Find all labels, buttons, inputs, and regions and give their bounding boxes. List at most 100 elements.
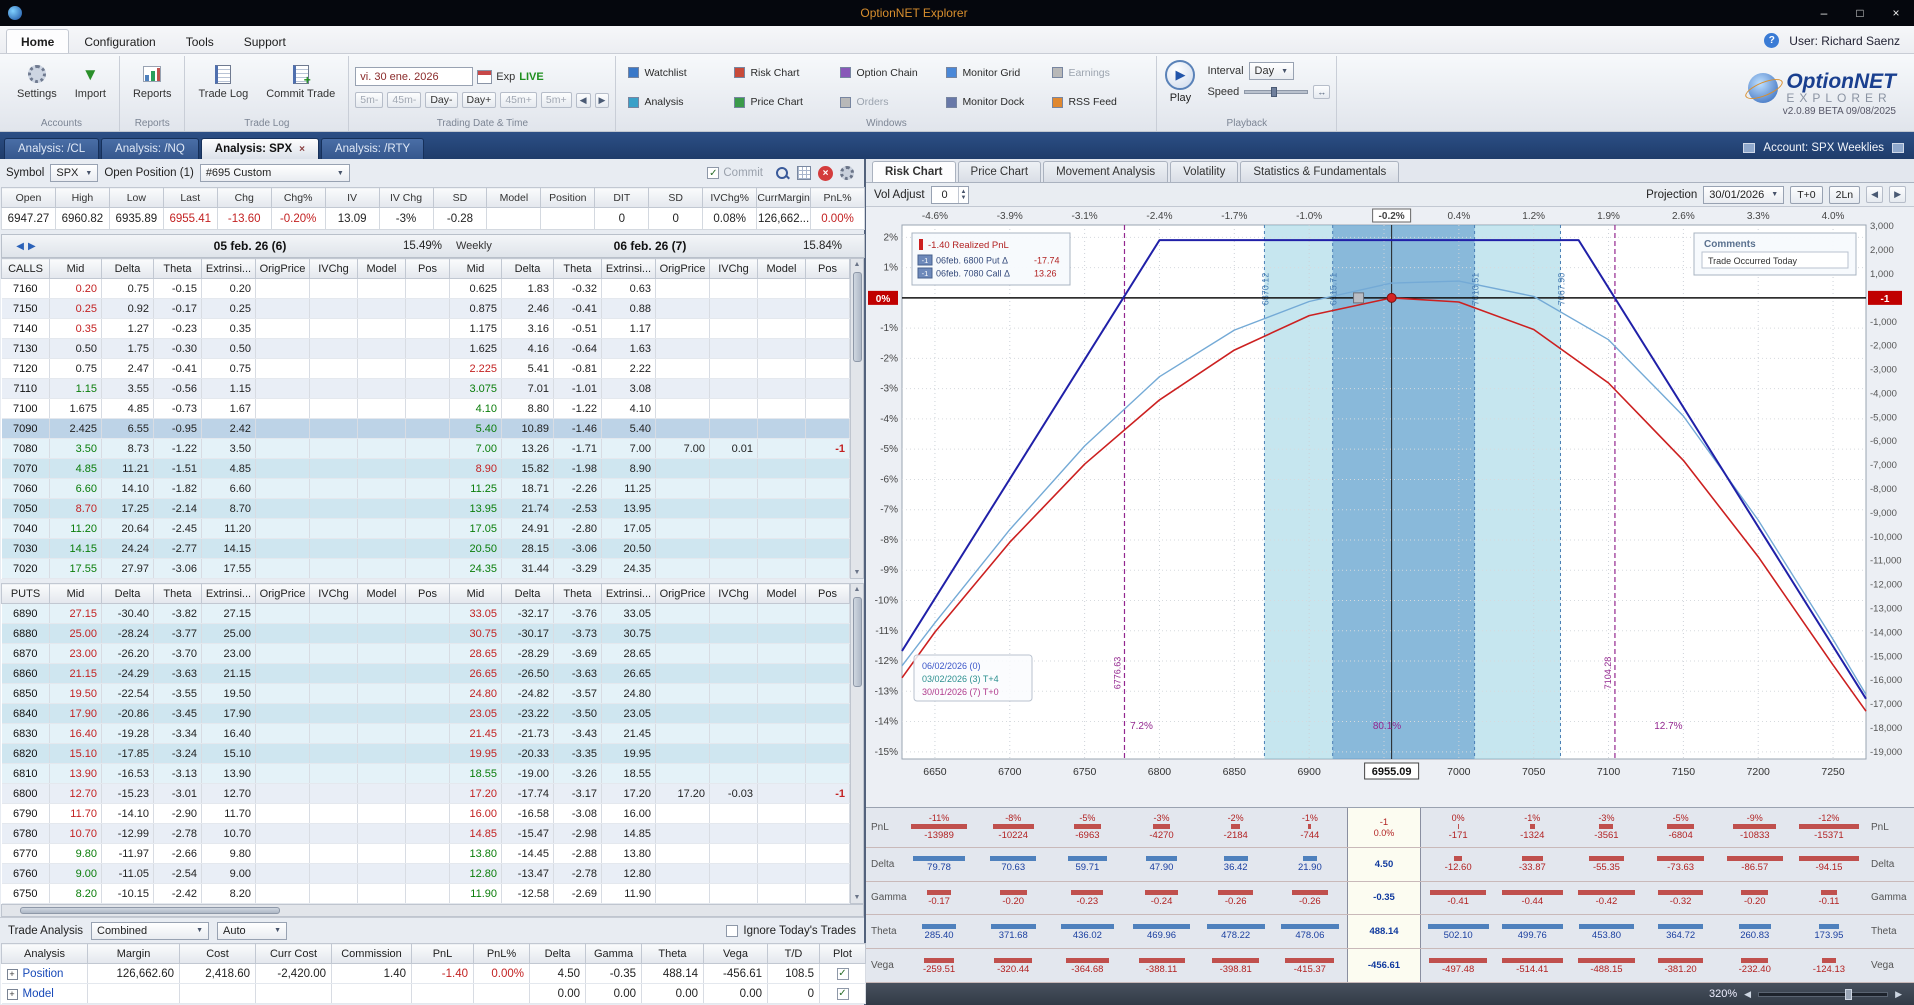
chain-column-header[interactable]: OrigPrice <box>255 583 310 604</box>
speed-slider-thumb[interactable] <box>1271 87 1278 97</box>
strike-cell[interactable]: 6750 <box>1 883 50 904</box>
delta-cell[interactable]: 7.01 <box>501 378 554 399</box>
ivchg-cell[interactable] <box>709 538 758 559</box>
chain-column-header[interactable]: IVChg <box>709 258 758 279</box>
model-cell[interactable] <box>757 703 806 724</box>
expand-icon[interactable]: + <box>6 988 18 1000</box>
extrinsic-cell[interactable]: 4.10 <box>601 398 656 419</box>
minimize-button[interactable]: – <box>1806 0 1842 26</box>
theta-cell[interactable]: -3.73 <box>553 623 602 644</box>
delta-cell[interactable]: 11.21 <box>101 458 154 479</box>
model-cell[interactable] <box>757 458 806 479</box>
mid-cell[interactable]: 17.55 <box>49 558 102 579</box>
pos-cell[interactable] <box>405 338 450 359</box>
delta-cell[interactable]: -19.28 <box>101 723 154 744</box>
model-cell[interactable] <box>357 863 406 884</box>
model-cell[interactable] <box>357 643 406 664</box>
delta-cell[interactable]: -17.85 <box>101 743 154 764</box>
theta-cell[interactable]: -3.63 <box>553 663 602 684</box>
ivchg-cell[interactable] <box>709 338 758 359</box>
origprice-cell[interactable] <box>255 723 310 744</box>
delta-cell[interactable]: 1.83 <box>501 278 554 299</box>
ivchg-cell[interactable] <box>709 398 758 419</box>
chain-column-header[interactable]: Model <box>757 583 806 604</box>
pos-cell[interactable] <box>405 703 450 724</box>
windows-item-monitor-grid[interactable]: Monitor Grid <box>940 58 1044 88</box>
ivchg-cell[interactable] <box>309 743 358 764</box>
theta-cell[interactable]: -2.45 <box>153 518 202 539</box>
theta-cell[interactable]: -3.69 <box>553 643 602 664</box>
model-cell[interactable] <box>357 318 406 339</box>
model-cell[interactable] <box>357 803 406 824</box>
mid-cell[interactable]: 19.95 <box>449 743 502 764</box>
theta-cell[interactable]: -2.53 <box>553 498 602 519</box>
model-cell[interactable] <box>357 623 406 644</box>
model-cell[interactable] <box>357 703 406 724</box>
extrinsic-cell[interactable]: 8.90 <box>601 458 656 479</box>
extrinsic-cell[interactable]: 30.75 <box>601 623 656 644</box>
chain-column-header[interactable]: Delta <box>101 583 154 604</box>
scroll-down-icon[interactable]: ▼ <box>854 892 861 903</box>
ivchg-cell[interactable] <box>309 823 358 844</box>
extrinsic-cell[interactable]: 12.70 <box>201 783 256 804</box>
strike-cell[interactable]: 7120 <box>1 358 50 379</box>
pos-cell[interactable] <box>805 538 850 559</box>
ivchg-cell[interactable] <box>309 883 358 904</box>
model-cell[interactable] <box>757 318 806 339</box>
strike-cell[interactable]: 6800 <box>1 783 50 804</box>
symbol-dropdown[interactable]: SPX ▼ <box>50 164 99 182</box>
chain-column-header[interactable]: IVChg <box>309 583 358 604</box>
interval-dropdown[interactable]: Day ▼ <box>1248 62 1295 80</box>
scrollbar-thumb[interactable] <box>852 597 862 687</box>
strike-cell[interactable]: 6810 <box>1 763 50 784</box>
origprice-cell[interactable] <box>255 358 310 379</box>
theta-cell[interactable]: -3.63 <box>153 663 202 684</box>
pos-cell[interactable] <box>405 723 450 744</box>
model-cell[interactable] <box>757 438 806 459</box>
extrinsic-cell[interactable]: 23.00 <box>201 643 256 664</box>
ivchg-cell[interactable] <box>709 723 758 744</box>
delta-cell[interactable]: -20.33 <box>501 743 554 764</box>
mid-cell[interactable]: 26.65 <box>449 663 502 684</box>
extrinsic-cell[interactable]: 33.05 <box>601 603 656 624</box>
delta-cell[interactable]: -23.22 <box>501 703 554 724</box>
live-label[interactable]: LIVE <box>519 71 543 83</box>
mid-cell[interactable]: 11.20 <box>49 518 102 539</box>
ivchg-cell[interactable] <box>709 378 758 399</box>
mid-cell[interactable]: 16.40 <box>49 723 102 744</box>
model-cell[interactable] <box>357 558 406 579</box>
ivchg-cell[interactable] <box>709 278 758 299</box>
delta-cell[interactable]: 0.75 <box>101 278 154 299</box>
reports-button[interactable]: Reports <box>126 58 179 117</box>
origprice-cell[interactable] <box>255 743 310 764</box>
calendar-icon[interactable] <box>477 69 493 84</box>
model-cell[interactable] <box>357 498 406 519</box>
ivchg-cell[interactable] <box>309 683 358 704</box>
ivchg-cell[interactable] <box>309 378 358 399</box>
ivchg-cell[interactable] <box>309 438 358 459</box>
ivchg-cell[interactable] <box>309 603 358 624</box>
close-button[interactable]: × <box>1878 0 1914 26</box>
origprice-cell[interactable] <box>655 538 710 559</box>
extrinsic-cell[interactable]: 24.80 <box>601 683 656 704</box>
origprice-cell[interactable] <box>255 478 310 499</box>
zoom-out-icon[interactable]: ◀ <box>1744 989 1751 1000</box>
mid-cell[interactable]: 17.05 <box>449 518 502 539</box>
scroll-down-icon[interactable]: ▼ <box>854 567 861 578</box>
ivchg-cell[interactable] <box>709 683 758 704</box>
time-step-Day+[interactable]: Day+ <box>461 92 497 108</box>
delta-cell[interactable]: 10.89 <box>501 418 554 439</box>
scrollbar-thumb[interactable] <box>852 272 862 362</box>
monitor-icon[interactable] <box>1743 143 1756 153</box>
pos-cell[interactable] <box>805 298 850 319</box>
chain-column-header[interactable]: Extrinsi... <box>601 583 656 604</box>
delta-cell[interactable]: 15.82 <box>501 458 554 479</box>
current-pnl-marker[interactable] <box>1386 292 1397 303</box>
mid-cell[interactable]: 7.00 <box>449 438 502 459</box>
theta-cell[interactable]: -2.14 <box>153 498 202 519</box>
chain-column-header[interactable]: Pos <box>805 583 850 604</box>
delta-cell[interactable]: -30.17 <box>501 623 554 644</box>
theta-cell[interactable]: -3.77 <box>153 623 202 644</box>
theta-cell[interactable]: -1.22 <box>153 438 202 459</box>
extrinsic-cell[interactable]: 9.00 <box>201 863 256 884</box>
